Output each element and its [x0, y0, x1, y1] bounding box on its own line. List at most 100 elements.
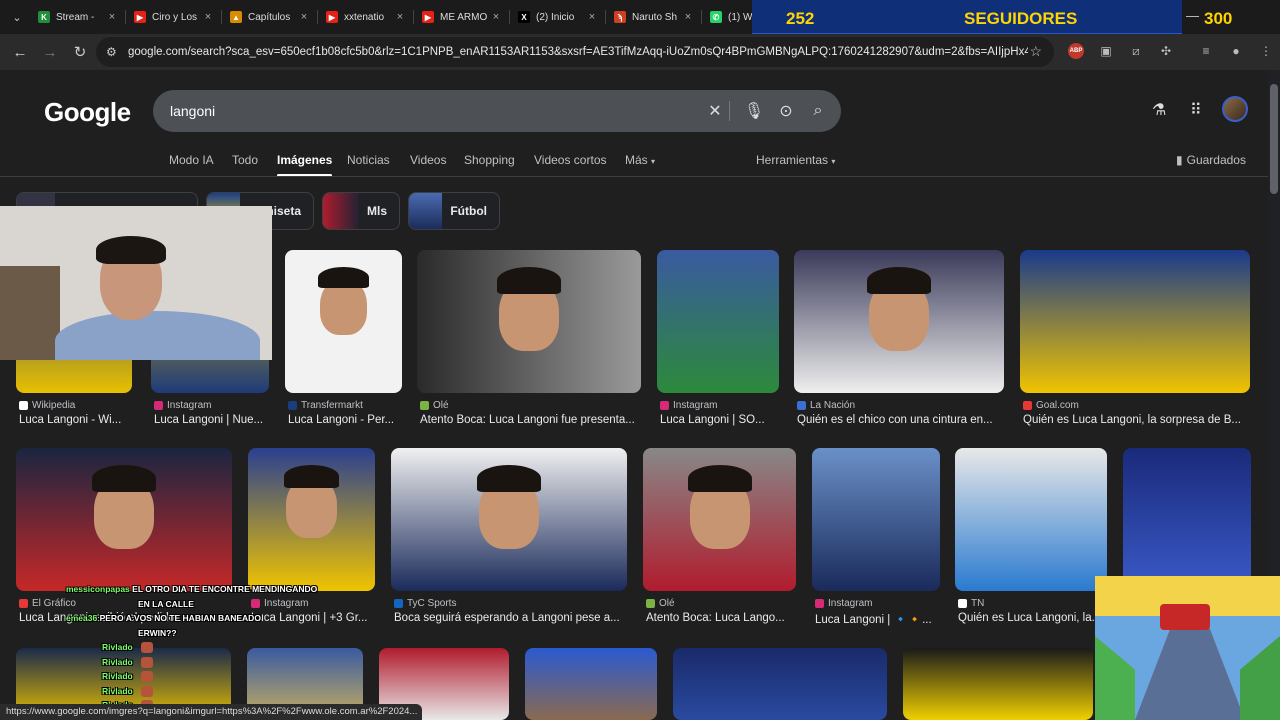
browser-tab[interactable]: ϡ Naruto Sh × [606, 2, 702, 32]
result-title[interactable]: Boca seguirá esperando a Langoni pese a.… [394, 612, 630, 624]
profile-button[interactable]: ● [1224, 39, 1248, 63]
close-icon[interactable]: × [490, 11, 502, 23]
media-control-button[interactable]: ≡ [1194, 39, 1218, 63]
result-thumbnail[interactable] [812, 448, 940, 591]
browser-tab[interactable]: ▶ Ciro y Los × [126, 2, 222, 32]
result-thumbnail[interactable] [1123, 448, 1251, 591]
extensions-menu-button[interactable]: ✣ [1154, 39, 1178, 63]
tab-imagenes[interactable]: Imágenes [277, 153, 333, 177]
webcam-overlay [0, 206, 272, 360]
result-source[interactable]: Instagram [154, 400, 211, 411]
browser-tab[interactable]: X (2) Inicio × [510, 2, 606, 32]
result-source[interactable]: Instagram [815, 598, 872, 609]
result-source[interactable]: Olé [420, 400, 449, 411]
close-icon[interactable]: × [106, 11, 118, 23]
result-title[interactable]: Luca Langoni - Per... [288, 414, 405, 426]
browser-tab[interactable]: K Stream - × [30, 2, 126, 32]
tab-noticias[interactable]: Noticias [347, 153, 390, 167]
result-source[interactable]: Olé [646, 598, 675, 609]
back-button[interactable]: ← [6, 38, 34, 66]
clear-icon[interactable]: ✕ [705, 101, 725, 121]
result-title[interactable]: Luca Langoni | SO... [660, 414, 782, 426]
result-thumbnail[interactable] [16, 448, 232, 591]
tab-search-button[interactable]: ⌄ [4, 4, 30, 30]
tab-videos[interactable]: Videos [410, 153, 446, 167]
result-thumbnail[interactable] [643, 448, 796, 591]
address-bar[interactable]: ⚙ google.com/search?sca_esv=650ecf1b08cf… [96, 37, 1054, 67]
google-logo[interactable]: Google [44, 97, 131, 128]
result-thumbnail[interactable] [417, 250, 641, 393]
caret-down-icon: ▾ [831, 157, 836, 166]
tab-modo-ia[interactable]: Modo IA [169, 153, 214, 167]
result-title[interactable]: Quién es Luca Langoni, la sorpresa de B.… [1023, 414, 1253, 426]
close-icon[interactable]: × [394, 11, 406, 23]
extension-button[interactable]: ▣ [1094, 39, 1118, 63]
search-input[interactable]: langoni [170, 103, 215, 119]
tab-shopping[interactable]: Shopping [464, 153, 515, 167]
result-thumbnail[interactable] [657, 250, 779, 393]
source-name: Olé [659, 598, 675, 609]
result-title[interactable]: Atento Boca: Luca Langoni fue presenta..… [420, 414, 644, 426]
browser-tab[interactable]: ▲ Capítulos × [222, 2, 318, 32]
camera-lens-icon[interactable]: ⊙ [776, 101, 796, 121]
result-thumbnail[interactable] [903, 648, 1093, 720]
chip-futbol[interactable]: Fútbol [408, 192, 500, 230]
result-thumbnail[interactable] [955, 448, 1107, 591]
result-thumbnail[interactable] [1020, 250, 1250, 393]
tools-button[interactable]: Herramientas ▾ [756, 153, 835, 167]
result-title[interactable]: Luca Langoni | 🔹🔸... [815, 612, 943, 626]
source-favicon-icon [19, 599, 28, 608]
bookmark-star-icon[interactable]: ☆ [1029, 43, 1042, 60]
browser-tab[interactable]: ▶ ME ARMO × [414, 2, 510, 32]
result-source[interactable]: El Gráfico [19, 598, 76, 609]
search-box[interactable]: langoni ✕ 🎙 ⊙ ⌕ [153, 90, 841, 132]
browser-menu-button[interactable]: ⋮ [1254, 39, 1278, 63]
result-thumbnail[interactable] [391, 448, 627, 591]
minimize-icon[interactable]: — [1186, 8, 1199, 23]
browser-tab[interactable]: ▶ xxtenatio × [318, 2, 414, 32]
result-source[interactable]: TyC Sports [394, 598, 456, 609]
tab-favicon-icon: X [518, 11, 530, 23]
tab-todo[interactable]: Todo [232, 153, 258, 167]
site-settings-icon[interactable]: ⚙ [106, 45, 128, 59]
tab-mas[interactable]: Más ▾ [625, 153, 655, 167]
result-title[interactable]: Luca Langoni | +3 Gr... [251, 612, 378, 624]
forward-button[interactable]: → [36, 38, 64, 66]
result-thumbnail[interactable] [525, 648, 657, 720]
result-thumbnail[interactable] [285, 250, 402, 393]
close-icon[interactable]: × [202, 11, 214, 23]
chip-mls[interactable]: Mls [322, 192, 400, 230]
result-source[interactable]: Goal.com [1023, 400, 1079, 411]
result-source[interactable]: Transfermarkt [288, 400, 363, 411]
tab-videos-cortos[interactable]: Videos cortos [534, 153, 607, 167]
result-source[interactable]: Instagram [251, 598, 308, 609]
adblock-extension[interactable]: ABP [1064, 39, 1088, 63]
result-title[interactable]: Luca Langoni | Nue... [154, 414, 272, 426]
player-hair [497, 267, 561, 295]
follower-label: SEGUIDORES [964, 9, 1078, 28]
result-source[interactable]: TN [958, 598, 984, 609]
reload-button[interactable]: ↻ [66, 38, 94, 66]
result-title[interactable]: Quién es Luca Langoni, la... [958, 612, 1110, 624]
saved-button[interactable]: ▮ Guardados [1176, 153, 1246, 167]
result-source[interactable]: La Nación [797, 400, 855, 411]
close-icon[interactable]: × [298, 11, 310, 23]
account-avatar[interactable] [1222, 96, 1248, 122]
result-title[interactable]: Luca Langoni - Wi... [19, 414, 135, 426]
apps-grid-icon[interactable]: ⠿ [1190, 100, 1202, 120]
result-thumbnail[interactable] [673, 648, 887, 720]
close-icon[interactable]: × [682, 11, 694, 23]
result-title[interactable]: Quién es el chico con una cintura en... [797, 414, 1007, 426]
microphone-icon[interactable]: 🎙 [744, 101, 764, 121]
close-icon[interactable]: × [586, 11, 598, 23]
extension-button[interactable]: ⧄ [1124, 39, 1148, 63]
search-icon[interactable]: ⌕ [808, 101, 828, 121]
screen: ⌄ K Stream - × ▶ Ciro y Los × ▲ Capítulos × ▶ xxte… [0, 0, 1280, 720]
result-thumbnail[interactable] [248, 448, 375, 591]
result-thumbnail[interactable] [794, 250, 1004, 393]
result-title[interactable]: Atento Boca: Luca Lango... [646, 612, 799, 624]
labs-flask-icon[interactable]: ⚗ [1152, 100, 1166, 120]
scrollbar-thumb[interactable] [1270, 84, 1278, 194]
result-source[interactable]: Wikipedia [19, 400, 75, 411]
result-source[interactable]: Instagram [660, 400, 717, 411]
